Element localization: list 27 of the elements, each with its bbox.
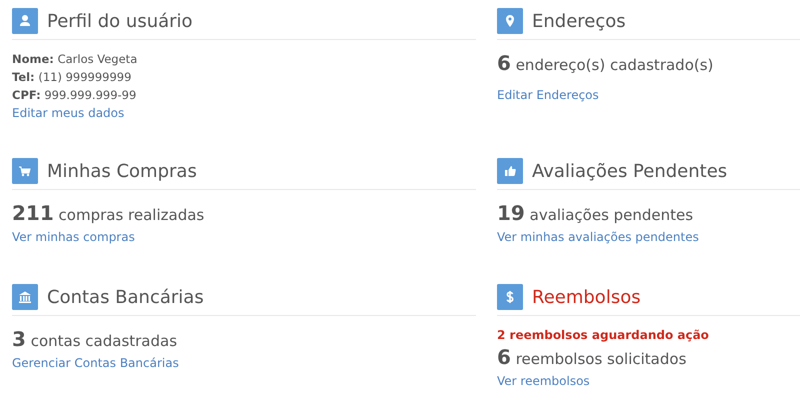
cart-icon — [12, 158, 38, 184]
section-title: Reembolsos — [532, 286, 641, 308]
user-icon — [12, 8, 38, 34]
count-text: 211 compras realizadas — [12, 200, 206, 227]
notice-text: 2 reembolsos aguardando ação — [497, 327, 710, 344]
section-title: Endereços — [532, 10, 626, 32]
count-text: 3 contas cadastradas — [12, 326, 178, 353]
section-link[interactable]: Editar Endereços — [497, 86, 599, 104]
section-title: Avaliações Pendentes — [532, 160, 728, 182]
section-link[interactable]: Ver reembolsos — [497, 372, 590, 390]
detail-line: Nome: Carlos Vegeta — [12, 51, 138, 68]
bank-icon — [12, 284, 38, 310]
dollar-icon — [497, 284, 523, 310]
detail-line: CPF: 999.999.999-99 — [12, 87, 138, 104]
section-link[interactable]: Ver minhas compras — [12, 228, 135, 246]
count-text: 19 avaliações pendentes — [497, 200, 694, 227]
section-link[interactable]: Editar meus dados — [12, 104, 124, 122]
pin-icon — [497, 8, 523, 34]
section-title: Perfil do usuário — [47, 10, 193, 32]
section-link[interactable]: Ver minhas avaliações pendentes — [497, 228, 699, 246]
section-title: Contas Bancárias — [47, 286, 204, 308]
thumb-icon — [497, 158, 523, 184]
count-text: 6 reembolsos solicitados — [497, 344, 688, 371]
section-link[interactable]: Gerenciar Contas Bancárias — [12, 354, 179, 372]
count-text: 6 endereço(s) cadastrado(s) — [497, 50, 714, 77]
section-title: Minhas Compras — [47, 160, 197, 182]
detail-line: Tel: (11) 999999999 — [12, 69, 132, 86]
